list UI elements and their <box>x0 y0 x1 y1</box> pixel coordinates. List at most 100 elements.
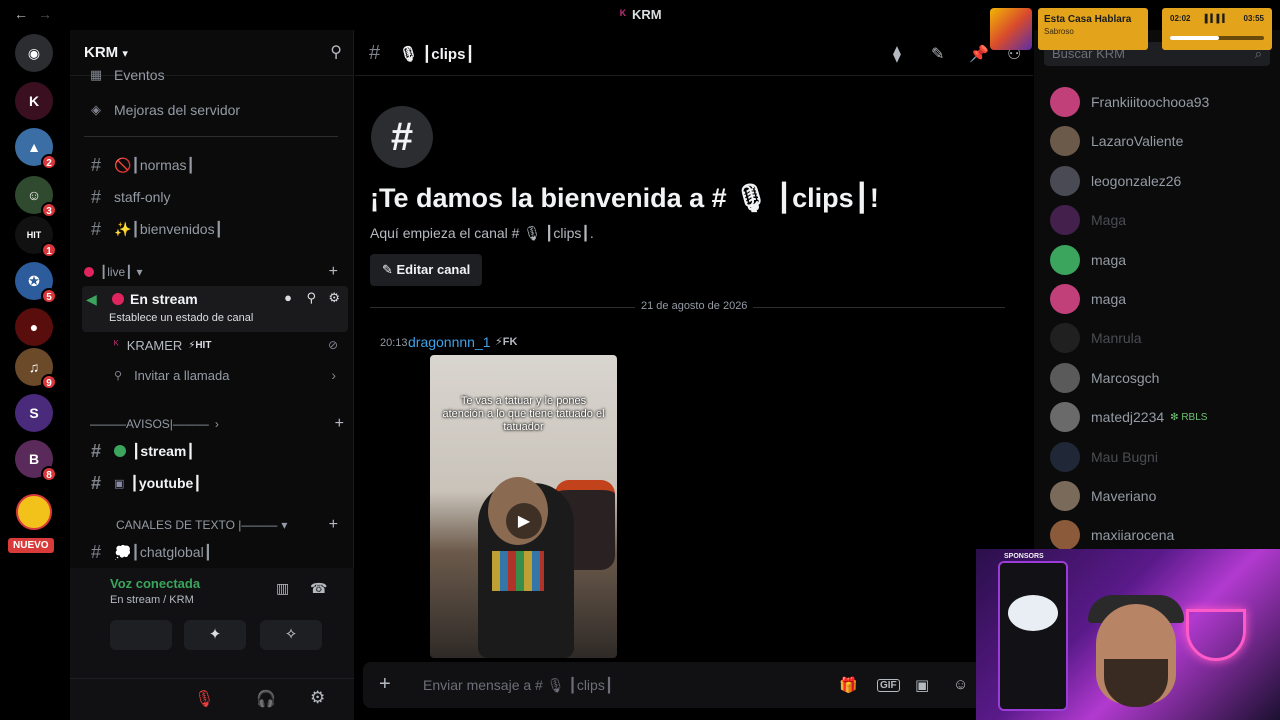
avatar <box>1050 402 1080 433</box>
author-tag: ⚡FK <box>495 336 518 348</box>
avatar <box>1050 441 1080 472</box>
member-row[interactable]: Maveriano <box>1050 478 1156 514</box>
gift-icon[interactable]: 🎁 <box>839 676 858 694</box>
server-icon-server-red[interactable]: ● <box>15 308 53 346</box>
member-name: maga <box>1091 291 1127 307</box>
channel-staff-only[interactable]: # staff-only <box>80 182 346 212</box>
gear-icon[interactable]: ⚙ <box>328 290 340 306</box>
category-label: CANALES DE TEXTO |——— <box>116 518 278 532</box>
avatar <box>1050 126 1080 157</box>
member-row[interactable]: Manrula <box>1050 320 1142 356</box>
disconnect-icon[interactable]: ☎ <box>310 580 327 597</box>
camera-button[interactable] <box>110 620 172 650</box>
member-row[interactable]: matedj2234 ❇ RBLS <box>1050 399 1207 435</box>
member-row[interactable]: Mau Bugni <box>1050 439 1158 475</box>
channel-chatglobal[interactable]: # 💭┃chatglobal┃ <box>80 537 346 567</box>
gif-icon[interactable]: GIF <box>877 679 900 692</box>
channel-youtube[interactable]: # ▣ ┃youtube┃ <box>80 468 346 498</box>
set-channel-status[interactable]: Establece un estado de canal <box>109 312 253 324</box>
window-title-text: KRM <box>632 7 662 22</box>
mention-badge: 5 <box>41 288 57 304</box>
message-composer[interactable]: + Enviar mensaje a # 🎙 ┃clips┃ 🎁 GIF ▣ ☺ <box>363 662 1025 708</box>
server-icon-server-3[interactable]: ☺ 3 <box>15 176 57 218</box>
hash-icon: # <box>90 541 101 562</box>
server-icon-discord-home[interactable]: ◉ <box>15 34 53 72</box>
video-attachment[interactable]: Te vas a tatuar y le pones atención a lo… <box>430 355 617 658</box>
server-icon-server-9[interactable]: ♫ 9 <box>15 348 57 390</box>
calendar-icon: ▦ <box>89 67 103 82</box>
member-row[interactable]: leogonzalez26 <box>1050 163 1181 199</box>
activities-button[interactable]: ✦ <box>184 620 246 650</box>
voice-user-kramer[interactable]: ᴷ KRAMER ⚡HIT ⊘ <box>110 330 346 360</box>
voice-location-label[interactable]: En stream / KRM <box>110 594 194 606</box>
chat-bubble-icon[interactable]: ● <box>284 290 292 305</box>
channel-hash-icon: # <box>371 106 433 168</box>
add-channel-icon[interactable]: + <box>335 415 344 433</box>
headset-icon[interactable]: 🎧 <box>256 689 276 709</box>
server-icon-server-hit[interactable]: HIT 1 <box>15 216 57 258</box>
user-settings-gear-icon[interactable]: ⚙ <box>310 688 325 708</box>
member-name: maga <box>1091 251 1127 268</box>
channel-label: ┃stream┃ <box>132 442 195 459</box>
user-plus-icon: ⚲ <box>114 369 123 382</box>
server-rail: ◉ K ▲ 2 ☺ 3 HIT 1 ✪ 5 ● ♫ 9 S B 8 <box>0 30 70 720</box>
threads-icon[interactable]: ⧫ <box>893 44 901 64</box>
role-tag: ❇ RBLS <box>1170 411 1208 423</box>
hash-icon: # <box>90 472 101 493</box>
server-icon-server-scum[interactable]: S <box>15 394 53 432</box>
arcade-screen <box>1008 595 1058 631</box>
member-row[interactable]: Frankiiitoochooa93 <box>1050 84 1209 120</box>
forward-arrow-icon[interactable]: → <box>38 6 52 22</box>
channel-label: 💭┃chatglobal┃ <box>114 543 213 560</box>
channel-normas[interactable]: # 🚫┃normas┃ <box>80 150 346 180</box>
play-icon[interactable]: ▶ <box>506 503 542 539</box>
notification-bell-icon[interactable]: ✎ <box>931 44 944 64</box>
channel-bienvenidos[interactable]: # ✨┃bienvenidos┃ <box>80 214 346 244</box>
noise-suppression-icon[interactable]: ▥ <box>276 580 289 597</box>
member-row[interactable]: LazaroValiente <box>1050 123 1183 159</box>
soundboard-button[interactable]: ✧ <box>260 620 322 650</box>
song-info: Esta Casa Hablara Sabroso <box>1038 8 1148 50</box>
welcome-subtitle: Aquí empieza el canal # 🎙 ┃clips┃. <box>370 225 594 241</box>
mic-muted-icon[interactable]: 🎙 <box>194 689 214 709</box>
server-icon-krm[interactable]: K <box>15 82 53 120</box>
category-label: ┃live┃ <box>100 265 133 279</box>
member-row[interactable]: maga <box>1050 281 1126 317</box>
invite-to-call[interactable]: ⚲ Invitar a llamada › <box>110 360 346 390</box>
add-channel-icon[interactable]: + <box>329 263 338 281</box>
pin-icon[interactable]: 📌 <box>969 44 989 64</box>
category-canales-de-texto[interactable]: CANALES DE TEXTO |——— ▾ + <box>116 516 342 534</box>
now-playing-widget: Esta Casa Hablara Sabroso 02:02 ▌▍▌▍ 03:… <box>990 8 1272 50</box>
avatar <box>1050 165 1080 196</box>
back-arrow-icon[interactable]: ← <box>14 6 28 22</box>
member-row[interactable]: Marcosgch <box>1050 360 1159 396</box>
audio-wave-icon: ▌▍▌▍ <box>1204 14 1229 23</box>
avatar <box>1050 87 1080 117</box>
album-art <box>990 8 1032 50</box>
add-channel-icon[interactable]: + <box>329 516 338 534</box>
add-user-icon[interactable]: ⚲ <box>306 290 316 306</box>
member-row[interactable]: maga <box>1050 242 1126 278</box>
message-input[interactable]: Enviar mensaje a # 🎙 ┃clips┃ <box>423 677 613 694</box>
invite-people-icon[interactable]: ⚲ <box>330 42 342 62</box>
add-attachment-icon[interactable]: + <box>379 673 391 696</box>
category-avisos[interactable]: ———AVISOS|——— › + <box>90 415 348 433</box>
member-name: Frankiiitoochooa93 <box>1091 94 1210 110</box>
server-boosts-item[interactable]: ◈ Mejoras del servidor <box>80 95 346 125</box>
category-live[interactable]: ┃live┃ ▾ + <box>84 263 342 281</box>
channel-stream[interactable]: # ┃stream┃ <box>80 436 346 466</box>
sticker-icon[interactable]: ▣ <box>915 676 929 694</box>
emoji-icon[interactable]: ☺ <box>953 676 968 693</box>
voice-channel-en-stream[interactable]: ◀ En stream Establece un estado de canal… <box>82 286 348 332</box>
edit-channel-button[interactable]: ✎ Editar canal <box>370 254 483 286</box>
edit-channel-label: ✎ Editar canal <box>382 262 471 277</box>
server-icon-server-2[interactable]: ▲ 2 <box>15 128 57 170</box>
server-icon-server-5[interactable]: ✪ 5 <box>15 262 57 304</box>
message-author[interactable]: dragonnnn_1 <box>408 334 491 350</box>
server-name[interactable]: KRM ▾ <box>84 44 128 61</box>
member-row[interactable]: maxiiarocena <box>1050 517 1174 553</box>
member-row[interactable]: Maga <box>1050 202 1126 238</box>
events-item[interactable]: ▦ Eventos <box>80 64 346 86</box>
date-divider: 21 de agosto de 2026 <box>370 300 1005 312</box>
server-icon-server-8[interactable]: B8 <box>15 440 57 482</box>
